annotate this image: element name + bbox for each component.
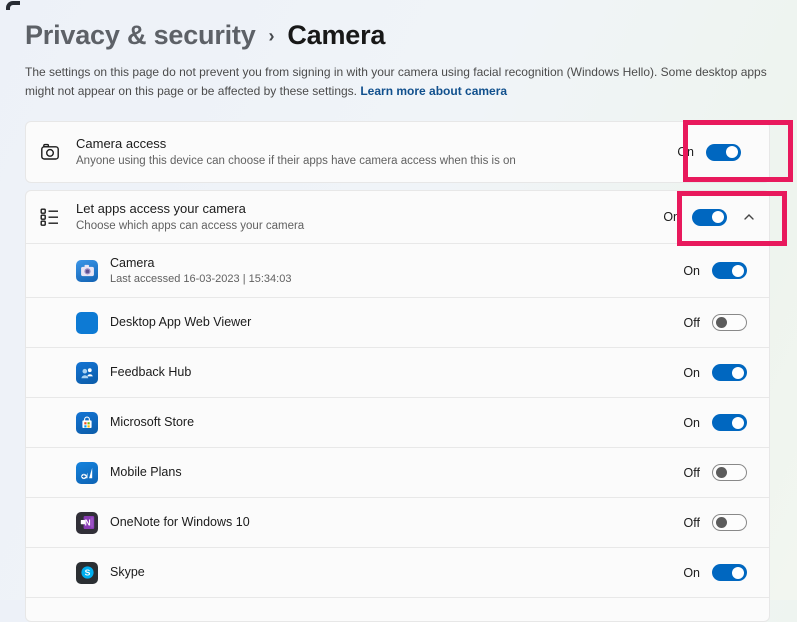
app-row-partial xyxy=(26,597,769,617)
skype-icon: S xyxy=(76,562,98,584)
app-row-onenote: N OneNote for Windows 10 Off xyxy=(26,497,769,547)
mobile-plans-icon xyxy=(76,462,98,484)
camera-access-setting-card: Camera access Anyone using this device c… xyxy=(25,121,770,183)
toggle-knob xyxy=(726,146,738,158)
desktop-app-web-viewer-toggle[interactable] xyxy=(712,314,747,331)
microsoft-store-icon xyxy=(76,412,98,434)
page-title: Privacy & security › Camera xyxy=(25,20,385,51)
svg-text:N: N xyxy=(84,518,90,528)
camera-outline-icon xyxy=(39,141,61,163)
toggle-knob xyxy=(716,467,727,478)
camera-access-state-label: On xyxy=(677,145,694,159)
page-description: The settings on this page do not prevent… xyxy=(25,63,783,101)
app-row-desktop-app-web-viewer: Desktop App Web Viewer Off xyxy=(26,297,769,347)
app-row-camera: Camera Last accessed 16-03-2023 | 15:34:… xyxy=(26,243,769,297)
app-name: Feedback Hub xyxy=(110,365,191,381)
page-title-camera: Camera xyxy=(287,20,385,51)
app-name: Camera xyxy=(110,256,291,272)
let-apps-expander-card: Let apps access your camera Choose which… xyxy=(25,190,770,622)
app-state-label: Off xyxy=(684,516,700,530)
feedback-hub-icon xyxy=(76,362,98,384)
app-state-label: On xyxy=(683,566,700,580)
toggle-knob xyxy=(716,517,727,528)
camera-app-toggle[interactable] xyxy=(712,262,747,279)
toggle-knob xyxy=(732,567,744,579)
app-state-label: Off xyxy=(684,316,700,330)
app-row-microsoft-store: Microsoft Store On xyxy=(26,397,769,447)
breadcrumb-chevron-icon: › xyxy=(269,26,275,47)
toggle-knob xyxy=(716,317,727,328)
onenote-toggle[interactable] xyxy=(712,514,747,531)
mobile-plans-toggle[interactable] xyxy=(712,464,747,481)
let-apps-state-label: On xyxy=(663,210,680,224)
learn-more-link[interactable]: Learn more about camera xyxy=(360,84,507,98)
cropped-window-fragment xyxy=(6,1,20,10)
breadcrumb-privacy-security[interactable]: Privacy & security xyxy=(25,20,256,51)
camera-access-toggle[interactable] xyxy=(706,144,741,161)
app-name: OneNote for Windows 10 xyxy=(110,515,250,531)
microsoft-store-toggle[interactable] xyxy=(712,414,747,431)
toggle-knob xyxy=(732,367,744,379)
skype-toggle[interactable] xyxy=(712,564,747,581)
toggle-knob xyxy=(732,417,744,429)
camera-access-title: Camera access xyxy=(76,136,516,152)
app-name: Skype xyxy=(110,565,145,581)
onenote-icon: N xyxy=(76,512,98,534)
app-name: Mobile Plans xyxy=(110,465,182,481)
app-name: Microsoft Store xyxy=(110,415,194,431)
app-state-label: Off xyxy=(684,466,700,480)
app-state-label: On xyxy=(683,416,700,430)
let-apps-expander-header[interactable]: Let apps access your camera Choose which… xyxy=(26,191,769,243)
app-row-mobile-plans: Mobile Plans Off xyxy=(26,447,769,497)
svg-text:S: S xyxy=(84,568,90,578)
apps-list-icon xyxy=(39,206,61,228)
app-state-label: On xyxy=(683,366,700,380)
app-last-accessed: Last accessed 16-03-2023 | 15:34:03 xyxy=(110,273,291,285)
let-apps-toggle[interactable] xyxy=(692,209,727,226)
let-apps-title: Let apps access your camera xyxy=(76,201,304,217)
app-row-skype: S Skype On xyxy=(26,547,769,597)
app-state-label: On xyxy=(683,264,700,278)
chevron-up-icon[interactable] xyxy=(741,209,757,225)
camera-access-subtitle: Anyone using this device can choose if t… xyxy=(76,154,516,168)
desktop-app-web-viewer-icon xyxy=(76,312,98,334)
camera-app-icon xyxy=(76,260,98,282)
app-row-feedback-hub: Feedback Hub On xyxy=(26,347,769,397)
feedback-hub-toggle[interactable] xyxy=(712,364,747,381)
app-name: Desktop App Web Viewer xyxy=(110,315,251,331)
toggle-knob xyxy=(732,265,744,277)
let-apps-subtitle: Choose which apps can access your camera xyxy=(76,219,304,233)
toggle-knob xyxy=(712,211,724,223)
